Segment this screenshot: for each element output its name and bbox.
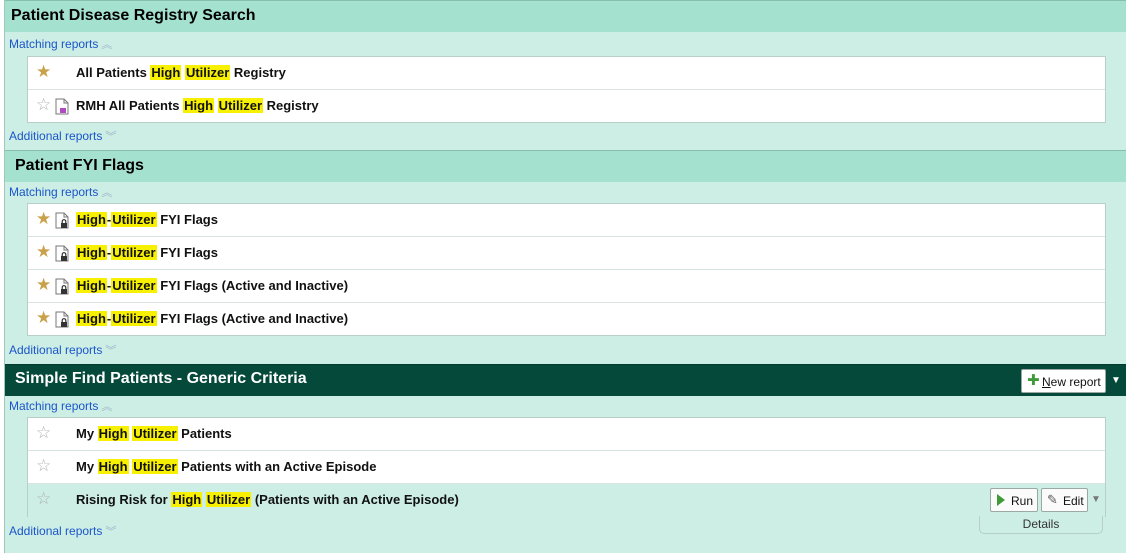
edit-button[interactable]: ✎ Edit (1041, 488, 1088, 512)
star-icon[interactable]: ☆ (36, 457, 51, 475)
matching-reports-label[interactable]: Matching reports (9, 37, 98, 51)
list-item-hovered[interactable]: ☆ Rising Risk for High Utilizer (Patient… (28, 484, 1105, 517)
matching-reports-link[interactable]: Matching reports ︽ (9, 184, 112, 202)
report-name[interactable]: High-Utilizer FYI Flags (Active and Inac… (76, 311, 348, 326)
locked-report-icon (55, 278, 69, 295)
additional-reports-link[interactable]: Additional reports ︾ (9, 128, 116, 146)
run-label: Run (1011, 494, 1034, 508)
report-document-icon (55, 98, 69, 115)
page-margin (1126, 0, 1136, 553)
chevron-up-icon: ︽ (101, 187, 113, 199)
additional-reports-label[interactable]: Additional reports (9, 524, 102, 538)
report-name[interactable]: RMH All Patients High Utilizer Registry (76, 98, 319, 113)
report-name[interactable]: High-Utilizer FYI Flags (Active and Inac… (76, 278, 348, 293)
matching-reports-link[interactable]: Matching reports ︽ (9, 36, 112, 54)
plus-icon: ✚ (1027, 372, 1040, 389)
chevron-down-icon[interactable]: ▼ (1091, 494, 1101, 505)
list-item[interactable]: ★ High-Utilizer FYI Flags (28, 237, 1105, 270)
star-icon[interactable]: ☆ (36, 96, 51, 114)
report-list: ★ High-Utilizer FYI Flags ★ High-Utilize… (27, 203, 1106, 336)
report-name[interactable]: Rising Risk for High Utilizer (Patients … (76, 492, 459, 507)
play-icon (997, 494, 1005, 506)
chevron-up-icon: ︽ (101, 401, 113, 413)
details-tab[interactable]: Details (979, 516, 1103, 534)
list-item[interactable]: ☆ RMH All Patients High Utilizer Registr… (28, 90, 1105, 123)
new-report-label: New report (1042, 375, 1101, 389)
details-label[interactable]: Details (1023, 517, 1060, 531)
chevron-down-icon[interactable]: ▼ (1111, 375, 1121, 386)
report-name[interactable]: My High Utilizer Patients with an Active… (76, 459, 376, 474)
report-name[interactable]: All Patients High Utilizer Registry (76, 65, 286, 80)
report-list: ★ All Patients High Utilizer Registry ☆ … (27, 56, 1106, 123)
list-item[interactable]: ☆ My High Utilizer Patients (28, 418, 1105, 451)
chevron-up-icon: ︽ (101, 39, 113, 51)
locked-report-icon (55, 245, 69, 262)
star-icon[interactable]: ★ (36, 243, 51, 261)
locked-report-icon (55, 212, 69, 229)
additional-reports-label[interactable]: Additional reports (9, 343, 102, 357)
chevron-down-icon: ︾ (105, 345, 117, 357)
list-item[interactable]: ★ All Patients High Utilizer Registry (28, 57, 1105, 90)
section-header-simple-find[interactable]: Simple Find Patients - Generic Criteria … (5, 364, 1127, 396)
additional-reports-link[interactable]: Additional reports ︾ (9, 342, 116, 360)
section-title: Patient Disease Registry Search (11, 7, 256, 24)
edit-label: Edit (1063, 494, 1084, 508)
star-icon[interactable]: ☆ (36, 490, 51, 508)
star-icon[interactable]: ★ (36, 309, 51, 327)
search-results-panel: Patient Disease Registry Search Matching… (4, 0, 1127, 553)
report-list: ☆ My High Utilizer Patients ☆ My High Ut… (27, 417, 1106, 517)
matching-reports-label[interactable]: Matching reports (9, 185, 98, 199)
additional-reports-label[interactable]: Additional reports (9, 129, 102, 143)
section-title: Simple Find Patients - Generic Criteria (15, 370, 307, 387)
section-title: Patient FYI Flags (15, 157, 144, 174)
list-item[interactable]: ☆ My High Utilizer Patients with an Acti… (28, 451, 1105, 484)
section-header-fyi-flags[interactable]: Patient FYI Flags (5, 150, 1127, 182)
star-icon[interactable]: ☆ (36, 424, 51, 442)
run-button[interactable]: Run (990, 488, 1038, 512)
list-item[interactable]: ★ High-Utilizer FYI Flags (28, 204, 1105, 237)
chevron-down-icon: ︾ (105, 131, 117, 143)
star-icon[interactable]: ★ (36, 63, 51, 81)
section-header-registry-search[interactable]: Patient Disease Registry Search (5, 0, 1127, 32)
chevron-down-icon: ︾ (105, 526, 117, 538)
pencil-icon: ✎ (1047, 492, 1058, 507)
report-name[interactable]: My High Utilizer Patients (76, 426, 232, 441)
new-report-button[interactable]: ✚ New report (1021, 369, 1106, 393)
matching-reports-label[interactable]: Matching reports (9, 399, 98, 413)
locked-report-icon (55, 311, 69, 328)
additional-reports-link[interactable]: Additional reports ︾ (9, 523, 116, 541)
report-name[interactable]: High-Utilizer FYI Flags (76, 212, 218, 227)
star-icon[interactable]: ★ (36, 276, 51, 294)
list-item[interactable]: ★ High-Utilizer FYI Flags (Active and In… (28, 303, 1105, 336)
list-item[interactable]: ★ High-Utilizer FYI Flags (Active and In… (28, 270, 1105, 303)
star-icon[interactable]: ★ (36, 210, 51, 228)
report-name[interactable]: High-Utilizer FYI Flags (76, 245, 218, 260)
matching-reports-link[interactable]: Matching reports ︽ (9, 398, 112, 416)
